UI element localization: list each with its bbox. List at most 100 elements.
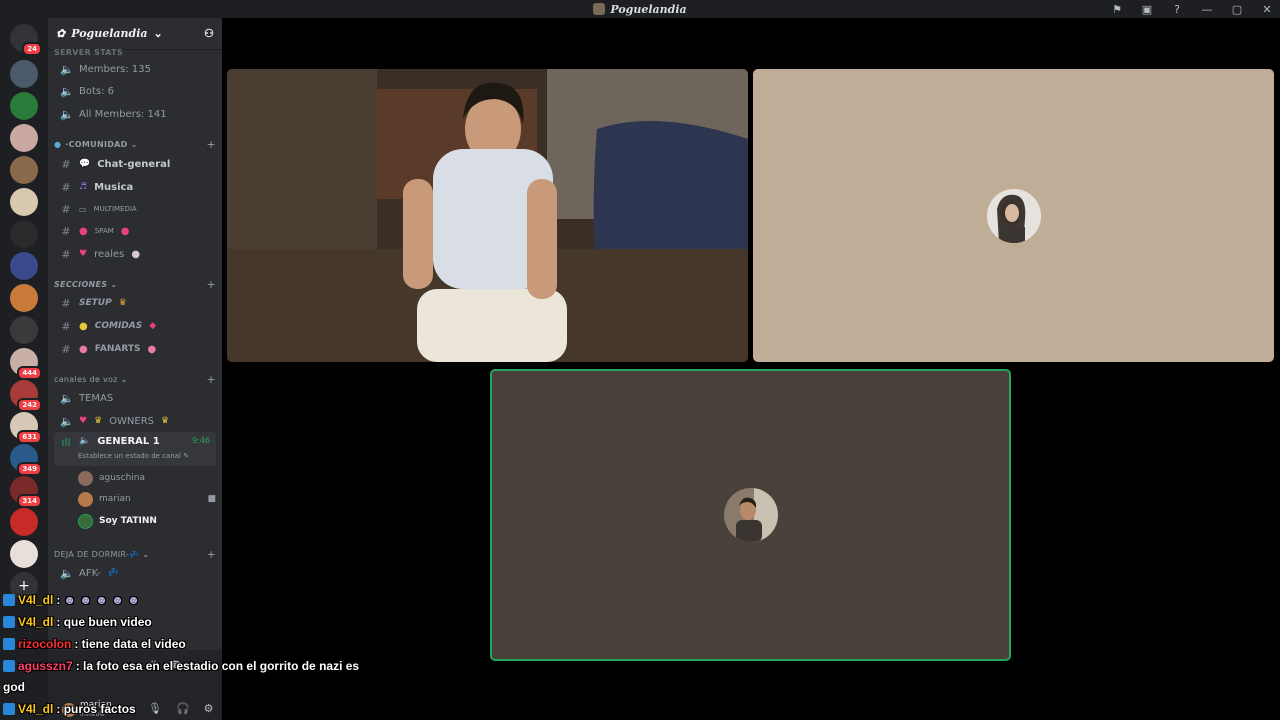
avatar: [78, 513, 93, 529]
plus-icon[interactable]: +: [206, 548, 216, 561]
flag-icon[interactable]: ⚑: [1110, 3, 1124, 16]
server-icon[interactable]: [10, 188, 38, 216]
server-icon[interactable]: [10, 508, 38, 536]
channel-status-text: Establece un estado de canal: [78, 452, 182, 460]
plus-icon[interactable]: +: [206, 278, 216, 291]
channel-label: All Members: 141: [79, 108, 167, 120]
member-name: aguschina: [99, 473, 145, 483]
category-dormir[interactable]: DEJA DE DORMIR- 💤 ⌄ +: [54, 546, 216, 562]
channel-label: OWNERS: [109, 415, 155, 427]
server-icon[interactable]: [10, 252, 38, 280]
heart-icon: ♥: [79, 249, 88, 259]
gear-icon[interactable]: ⚙: [204, 702, 214, 715]
channel-members[interactable]: 🔈 Members: 135: [54, 58, 216, 80]
server-icon[interactable]: [10, 540, 38, 568]
channel-temas[interactable]: 🔈 TEMAS: [54, 387, 216, 409]
member-name: marian: [99, 494, 131, 504]
hash-icon: #: [61, 296, 71, 310]
speech-bubble-icon: 💬: [79, 159, 91, 169]
hash-icon: #: [61, 247, 71, 261]
channel-musica[interactable]: # ♬ Musica: [54, 176, 216, 198]
server-icon[interactable]: [10, 316, 38, 344]
server-icon[interactable]: [10, 92, 38, 120]
server-icon[interactable]: 631: [10, 412, 42, 444]
channel-label: TEMAS: [79, 392, 114, 404]
hash-icon: #: [61, 319, 71, 333]
channel-multimedia[interactable]: # ▭ MULTIMEDIA: [54, 198, 216, 220]
server-icon[interactable]: [10, 284, 38, 312]
palette-icon: ●: [147, 343, 157, 355]
chevron-down-icon: ⌄: [120, 374, 128, 384]
voice-member[interactable]: aguschina: [78, 468, 216, 488]
mention-badge: 444: [17, 366, 42, 380]
server-icon[interactable]: [10, 156, 38, 184]
mic-icon[interactable]: 🎙: [148, 702, 162, 715]
channel-setup[interactable]: # SETUP ♛: [54, 292, 216, 314]
globe-icon: ●: [54, 139, 62, 149]
server-name: Poguelandia: [71, 27, 148, 40]
channel-bots[interactable]: 🔈 Bots: 6: [54, 80, 216, 102]
video-stage: [222, 18, 1280, 720]
maximize-icon[interactable]: ▢: [1230, 3, 1244, 16]
chevron-down-icon: ⌄: [110, 279, 118, 289]
headphones-icon[interactable]: 🎧: [176, 702, 190, 715]
channel-label: reales: [94, 248, 125, 260]
channel-comidas[interactable]: # ● COMIDAS ◆: [54, 315, 216, 337]
hash-icon: #: [61, 342, 71, 356]
channel-all-members[interactable]: 🔈 All Members: 141: [54, 103, 216, 125]
chat-text: :: [56, 593, 61, 607]
chevron-down-icon: ⌄: [130, 139, 138, 149]
avatar: [78, 470, 93, 486]
server-icon[interactable]: 349: [10, 444, 42, 476]
help-icon[interactable]: ?: [1170, 3, 1184, 16]
channel-spam[interactable]: # ● SPAM ●: [54, 220, 216, 242]
video-tile-camera[interactable]: [227, 69, 748, 362]
voice-member[interactable]: marian ■: [78, 489, 216, 509]
twitch-icon: [3, 703, 15, 715]
server-logo-icon: ✿: [56, 27, 66, 40]
server-icon[interactable]: 314: [10, 476, 42, 508]
speaker-icon: 🔈: [60, 414, 74, 428]
plus-icon[interactable]: +: [206, 138, 216, 151]
chat-text: god: [3, 680, 25, 694]
mention-badge: 314: [17, 494, 42, 508]
server-icon[interactable]: [10, 220, 38, 248]
server-icon[interactable]: [10, 60, 38, 88]
speaker-icon: 🔈: [79, 436, 91, 446]
channel-owners[interactable]: 🔈 ♥ ♛ OWNERS ♛: [54, 410, 216, 432]
server-icon[interactable]: [10, 124, 38, 152]
category-secciones[interactable]: SECCIONES ⌄ +: [54, 276, 216, 292]
camera-icon: ■: [207, 494, 216, 504]
server-icon[interactable]: 444: [10, 348, 42, 380]
channel-fanarts[interactable]: # ● FANARTS ●: [54, 338, 216, 360]
palette-icon: ●: [79, 343, 88, 355]
category-comunidad[interactable]: ● · COMUNIDAD ⌄ +: [54, 136, 216, 152]
add-user-icon[interactable]: ⚇: [204, 27, 214, 40]
plus-icon[interactable]: +: [206, 373, 216, 386]
channel-afk[interactable]: 🔈 AFK- 💤: [54, 562, 216, 584]
member-name: Soy TATINN: [99, 516, 157, 526]
server-icon[interactable]: 242: [10, 380, 42, 412]
category-label: COMUNIDAD: [68, 139, 128, 149]
screen-icon[interactable]: ▣: [1140, 3, 1154, 16]
title-bar: Poguelandia ⚑ ▣ ? — ▢ ✕: [0, 0, 1280, 18]
channel-status[interactable]: Establece un estado de canal ✎: [78, 452, 189, 460]
avatar: [78, 491, 93, 507]
channel-chat-general[interactable]: # 💬 Chat-general: [54, 153, 216, 175]
avatar-image: [723, 488, 778, 542]
mention-badge: 349: [17, 462, 42, 476]
video-tile-speaking[interactable]: [490, 369, 1011, 661]
voice-activity-icon: ıll: [61, 436, 71, 449]
chat-message: V4l_dl : puros factos: [3, 702, 136, 716]
voice-member[interactable]: Soy TATINN: [78, 511, 216, 531]
minimize-icon[interactable]: —: [1200, 3, 1214, 16]
channel-reales[interactable]: # ♥ reales ●: [54, 243, 216, 265]
close-icon[interactable]: ✕: [1260, 3, 1274, 16]
home-button[interactable]: 24: [10, 24, 42, 56]
video-tile-participant[interactable]: [753, 69, 1274, 362]
channel-general-1[interactable]: ıll 🔈 GENERAL 1 9:46 Establece un estado…: [54, 432, 216, 466]
camera-feed-image: [227, 69, 748, 362]
hash-icon: #: [61, 157, 71, 171]
category-voz[interactable]: canales de voz ⌄ +: [54, 371, 216, 387]
server-icon: [593, 3, 606, 15]
